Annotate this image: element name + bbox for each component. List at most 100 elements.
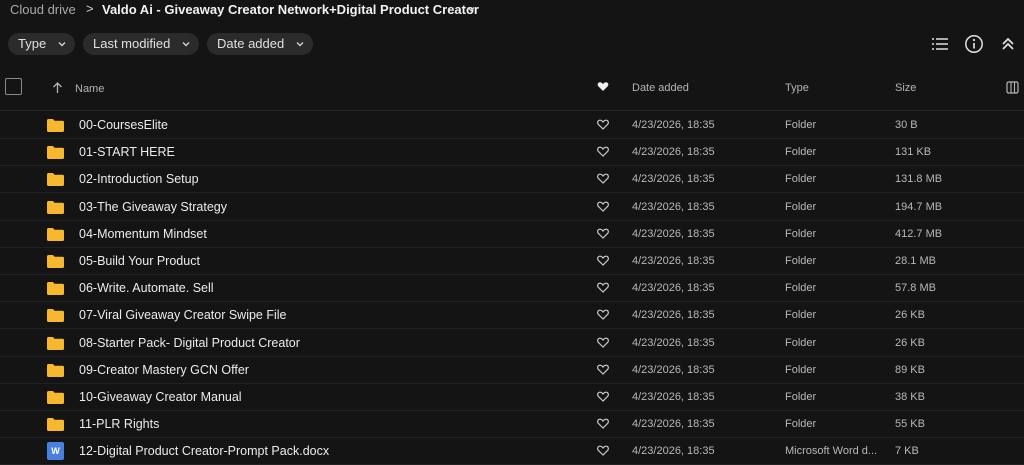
file-type: Folder (785, 418, 817, 431)
heart-outline-icon[interactable] (597, 173, 609, 185)
folder-icon (47, 200, 64, 214)
file-type: Folder (785, 363, 817, 376)
heart-outline-icon[interactable] (597, 391, 609, 402)
file-row[interactable]: 07-Viral Giveaway Creator Swipe File 4/2… (0, 302, 1024, 330)
file-type: Folder (785, 336, 817, 349)
folder-icon (47, 227, 64, 241)
last-modified-filter-button[interactable]: Last modified (83, 33, 199, 55)
file-row[interactable]: 06-Write. Automate. Sell 4/23/2026, 18:3… (0, 275, 1024, 303)
file-row[interactable]: 03-The Giveaway Strategy 4/23/2026, 18:3… (0, 194, 1024, 221)
heart-outline-icon[interactable] (597, 309, 609, 321)
heart-outline-icon[interactable] (597, 364, 609, 375)
folder-icon (47, 363, 64, 377)
column-size[interactable]: Size (895, 82, 916, 94)
file-size: 26 KB (895, 309, 925, 322)
type-filter-label: Type (18, 36, 47, 51)
folder-icon (47, 255, 64, 268)
file-row[interactable]: 00-CoursesElite 4/23/2026, 18:35 Folder … (0, 112, 1024, 139)
file-size: 30 B (895, 119, 918, 131)
collapse-icon[interactable] (998, 34, 1018, 54)
filter-bar: Type Last modified Date added (0, 33, 700, 55)
breadcrumb-separator: > (86, 1, 94, 16)
folder-icon (47, 173, 64, 187)
date-added-filter-button[interactable]: Date added (207, 33, 313, 55)
file-row[interactable]: 05-Build Your Product 4/23/2026, 18:35 F… (0, 248, 1024, 275)
file-row[interactable]: 08-Starter Pack- Digital Product Creator… (0, 330, 1024, 357)
file-date-added: 4/23/2026, 18:35 (632, 146, 715, 159)
column-settings-icon[interactable] (1006, 81, 1019, 94)
list-view-icon[interactable] (930, 34, 950, 54)
file-name[interactable]: 05-Build Your Product (79, 254, 200, 268)
file-size: 57.8 MB (895, 282, 936, 295)
file-row[interactable]: 01-START HERE 4/23/2026, 18:35 Folder 13… (0, 139, 1024, 167)
file-date-added: 4/23/2026, 18:35 (632, 445, 715, 458)
column-date-added[interactable]: Date added (632, 82, 689, 94)
file-type: Folder (785, 255, 817, 267)
file-name[interactable]: 06-Write. Automate. Sell (79, 281, 214, 295)
file-name[interactable]: 04-Momentum Mindset (79, 227, 207, 241)
heart-outline-icon[interactable] (597, 119, 609, 130)
file-size: 28.1 MB (895, 255, 936, 267)
date-added-filter-label: Date added (217, 36, 285, 51)
info-icon[interactable] (964, 34, 984, 54)
file-date-added: 4/23/2026, 18:35 (632, 418, 715, 431)
heart-outline-icon[interactable] (597, 228, 609, 239)
file-row[interactable]: 09-Creator Mastery GCN Offer 4/23/2026, … (0, 357, 1024, 384)
chevron-down-icon[interactable] (465, 3, 477, 15)
file-row[interactable]: 10-Giveaway Creator Manual 4/23/2026, 18… (0, 384, 1024, 411)
heart-outline-icon[interactable] (597, 201, 609, 212)
folder-icon (47, 418, 64, 432)
file-size: 131.8 MB (895, 173, 943, 186)
favourite-heart-icon[interactable] (597, 81, 609, 92)
folder-icon (47, 309, 64, 323)
file-row[interactable]: 11-PLR Rights 4/23/2026, 18:35 Folder 55… (0, 411, 1024, 439)
file-row[interactable]: 04-Momentum Mindset 4/23/2026, 18:35 Fol… (0, 221, 1024, 248)
heart-outline-icon[interactable] (597, 337, 609, 348)
breadcrumb-root[interactable]: Cloud drive (10, 2, 76, 17)
file-date-added: 4/23/2026, 18:35 (632, 227, 715, 240)
file-type: Microsoft Word d... (785, 445, 878, 458)
file-name[interactable]: 11-PLR Rights (79, 417, 159, 431)
file-type: Folder (785, 282, 817, 295)
sort-arrow-up-icon[interactable] (52, 82, 63, 94)
heart-outline-icon[interactable] (597, 146, 609, 158)
chevron-down-icon (182, 42, 190, 47)
chevron-down-icon (58, 42, 66, 47)
file-size: 55 KB (895, 418, 925, 431)
file-type: Folder (785, 227, 817, 240)
file-date-added: 4/23/2026, 18:35 (632, 391, 715, 403)
file-date-added: 4/23/2026, 18:35 (632, 200, 715, 213)
column-name[interactable]: Name (75, 83, 104, 95)
file-name[interactable]: 08-Starter Pack- Digital Product Creator (79, 336, 300, 350)
heart-outline-icon[interactable] (597, 255, 609, 266)
file-date-added: 4/23/2026, 18:35 (632, 363, 715, 376)
column-type[interactable]: Type (785, 82, 809, 94)
file-name[interactable]: 09-Creator Mastery GCN Offer (79, 363, 249, 377)
breadcrumb-current[interactable]: Valdo Ai - Giveaway Creator Network+Digi… (102, 2, 479, 17)
file-date-added: 4/23/2026, 18:35 (632, 255, 715, 267)
file-type: Folder (785, 200, 817, 213)
folder-icon (47, 119, 64, 132)
heart-outline-icon[interactable] (597, 418, 609, 430)
file-size: 26 KB (895, 336, 925, 349)
file-row[interactable]: 02-Introduction Setup 4/23/2026, 18:35 F… (0, 166, 1024, 194)
table-header: Name Date added Type Size (0, 76, 1024, 100)
heart-outline-icon[interactable] (597, 282, 609, 294)
file-name[interactable]: 07-Viral Giveaway Creator Swipe File (79, 308, 287, 322)
header-divider (0, 110, 1024, 111)
file-name[interactable]: 03-The Giveaway Strategy (79, 200, 227, 214)
file-type: Folder (785, 119, 817, 131)
file-name[interactable]: 02-Introduction Setup (79, 172, 199, 186)
select-all-checkbox[interactable] (5, 78, 22, 95)
file-name[interactable]: 01-START HERE (79, 145, 175, 159)
folder-icon (47, 391, 64, 404)
file-name[interactable]: 00-CoursesElite (79, 118, 168, 132)
file-row[interactable]: W 12-Digital Product Creator-Prompt Pack… (0, 438, 1024, 465)
file-name[interactable]: 12-Digital Product Creator-Prompt Pack.d… (79, 444, 329, 458)
file-date-added: 4/23/2026, 18:35 (632, 309, 715, 322)
file-name[interactable]: 10-Giveaway Creator Manual (79, 390, 242, 404)
type-filter-button[interactable]: Type (8, 33, 75, 55)
file-date-added: 4/23/2026, 18:35 (632, 173, 715, 186)
heart-outline-icon[interactable] (597, 445, 609, 457)
file-type: Folder (785, 146, 817, 159)
